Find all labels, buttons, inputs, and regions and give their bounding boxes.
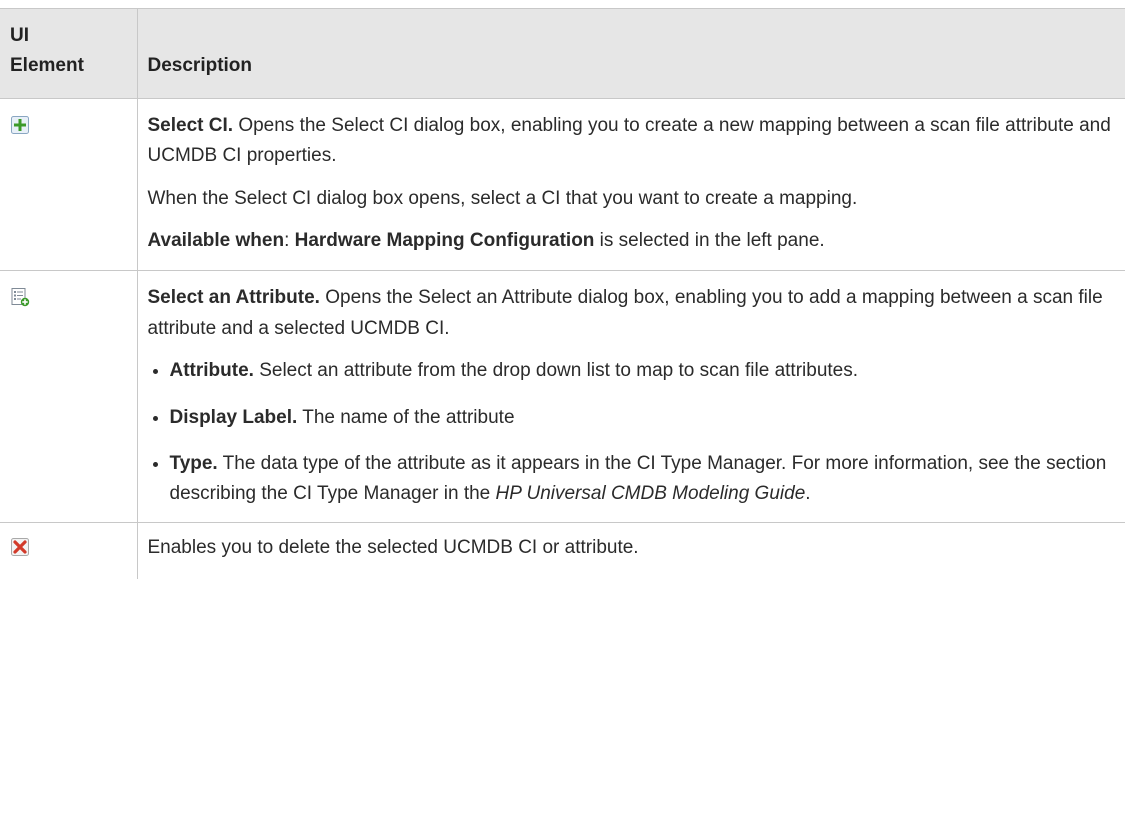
add-attribute-list-icon — [10, 287, 30, 307]
add-ci-plus-icon — [10, 115, 30, 135]
table-row: Enables you to delete the selected UCMDB… — [0, 521, 1125, 580]
list-item: Type. The data type of the attribute as … — [170, 449, 1118, 510]
select-attribute-description: Select an Attribute. Opens the Select an… — [147, 287, 1103, 339]
ui-elements-table: UI Element Description Select CI. Opens … — [0, 8, 1125, 580]
delete-description: Enables you to delete the selected UCMDB… — [147, 536, 639, 558]
hardware-mapping-configuration-label: Hardware Mapping Configuration — [294, 229, 595, 251]
ui-element-cell — [0, 521, 138, 580]
ui-element-cell — [0, 97, 138, 272]
ui-element-cell — [0, 270, 138, 523]
description-cell: Enables you to delete the selected UCMDB… — [137, 521, 1125, 580]
select-attribute-title: Select an Attribute. — [147, 287, 320, 309]
select-ci-note: When the Select CI dialog box opens, sel… — [147, 187, 858, 209]
header-ui-element: UI Element — [0, 8, 138, 99]
modeling-guide-reference: HP Universal CMDB Modeling Guide — [495, 483, 806, 505]
table-row: Select an Attribute. Opens the Select an… — [0, 270, 1125, 523]
select-ci-description: Select CI. Opens the Select CI dialog bo… — [147, 114, 1111, 167]
table-header-row: UI Element Description — [0, 8, 1125, 99]
select-ci-title: Select CI. — [147, 114, 234, 136]
header-description: Description — [137, 8, 1125, 99]
attribute-field-list: Attribute. Select an attribute from the … — [148, 356, 1118, 510]
list-item: Attribute. Select an attribute from the … — [170, 356, 1118, 386]
description-cell: Select CI. Opens the Select CI dialog bo… — [137, 97, 1125, 272]
description-cell: Select an Attribute. Opens the Select an… — [137, 270, 1125, 523]
delete-x-icon — [10, 537, 30, 557]
table-row: Select CI. Opens the Select CI dialog bo… — [0, 97, 1125, 272]
available-when-line: Available when: Hardware Mapping Configu… — [147, 229, 825, 251]
list-item: Display Label. The name of the attribute — [170, 403, 1118, 433]
